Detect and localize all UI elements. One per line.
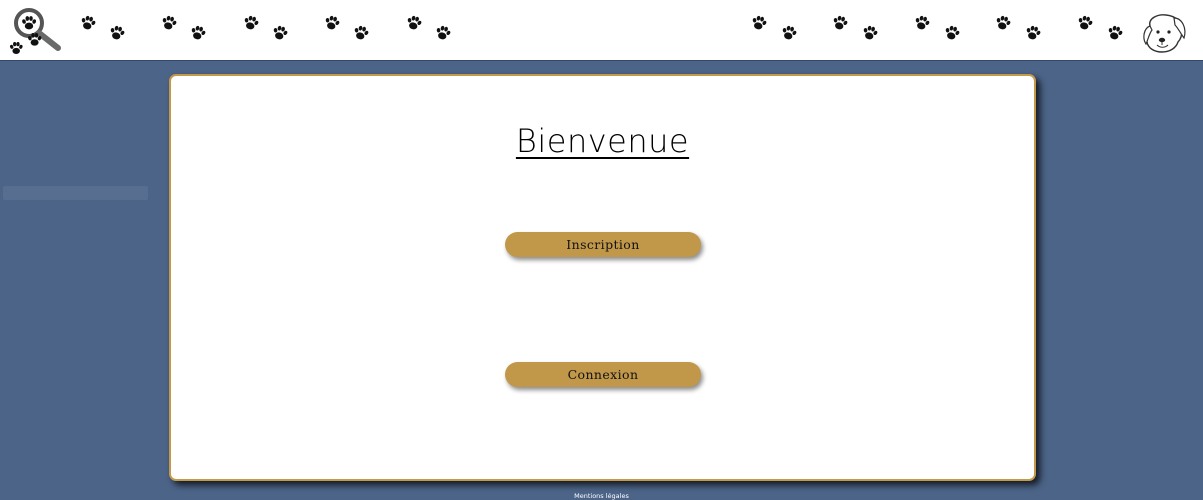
paw-print-icon (995, 15, 1011, 31)
paw-print-icon (1107, 25, 1123, 41)
paw-print-icon (109, 25, 125, 41)
paw-print-icon (190, 25, 206, 41)
welcome-card: Bienvenue Inscription Connexion (169, 74, 1036, 481)
paw-print-icon (80, 15, 96, 31)
paw-print-icon (914, 15, 930, 31)
paw-print-icon (243, 15, 259, 31)
paw-print-icon (862, 25, 878, 41)
site-header (0, 0, 1203, 61)
paw-print-icon (406, 15, 422, 31)
paw-print-icon (324, 15, 340, 31)
paw-print-icon (1077, 15, 1093, 31)
magnifier-paw-icon[interactable] (8, 3, 64, 57)
paw-print-icon (781, 25, 797, 41)
paw-print-icon (272, 25, 288, 41)
paw-print-icon (1025, 25, 1041, 41)
paw-print-icon (353, 25, 369, 41)
connexion-button[interactable]: Connexion (505, 362, 701, 387)
paw-print-icon (944, 25, 960, 41)
paw-print-icon (435, 25, 451, 41)
paw-print-icon (832, 15, 848, 31)
paw-print-icon (161, 15, 177, 31)
dog-head-icon (1140, 12, 1188, 54)
side-placeholder (3, 186, 148, 200)
page-title: Bienvenue (515, 122, 690, 160)
inscription-button[interactable]: Inscription (505, 232, 701, 257)
paw-print-icon (751, 15, 767, 31)
